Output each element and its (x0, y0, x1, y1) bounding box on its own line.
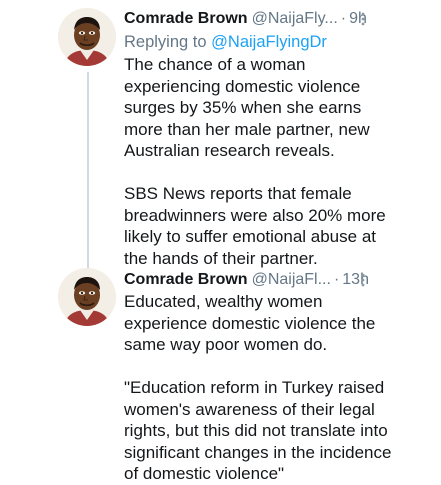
avatar-caricature-image (58, 8, 116, 66)
replying-to-label: Replying to (124, 33, 207, 51)
more-vertical-icon[interactable] (356, 8, 370, 30)
tweet-text: The chance of a woman experiencing domes… (124, 54, 436, 269)
tweet-text: Educated, wealthy women experience domes… (124, 291, 436, 485)
tweet-paragraph: "Education reform in Turkey raised women… (124, 378, 392, 483)
profile-avatar[interactable] (58, 268, 116, 326)
tweet[interactable]: Comrade Brown @NaijaFl... · 13h Educated, w… (0, 262, 441, 483)
thread-connector-line (87, 72, 89, 272)
tweet-paragraph: The chance of a woman experiencing domes… (124, 55, 370, 160)
tweet-thread: Comrade Brown @NaijaFly... · 9h Replying to… (0, 0, 441, 483)
profile-avatar[interactable] (58, 8, 116, 66)
tweet-header-actions (124, 269, 374, 291)
tweet-paragraph: SBS News reports that female breadwinner… (124, 184, 386, 268)
replying-to-line: Replying to @NaijaFlyingDr (124, 32, 327, 52)
more-vertical-icon[interactable] (356, 269, 370, 291)
tweet-paragraph: Educated, wealthy women experience domes… (124, 292, 376, 354)
replying-to-mention[interactable]: @NaijaFlyingDr (211, 33, 327, 51)
tweet[interactable]: Comrade Brown @NaijaFly... · 9h Replying to… (0, 0, 441, 272)
avatar-caricature-image (58, 268, 116, 326)
tweet-header-actions (124, 8, 374, 30)
